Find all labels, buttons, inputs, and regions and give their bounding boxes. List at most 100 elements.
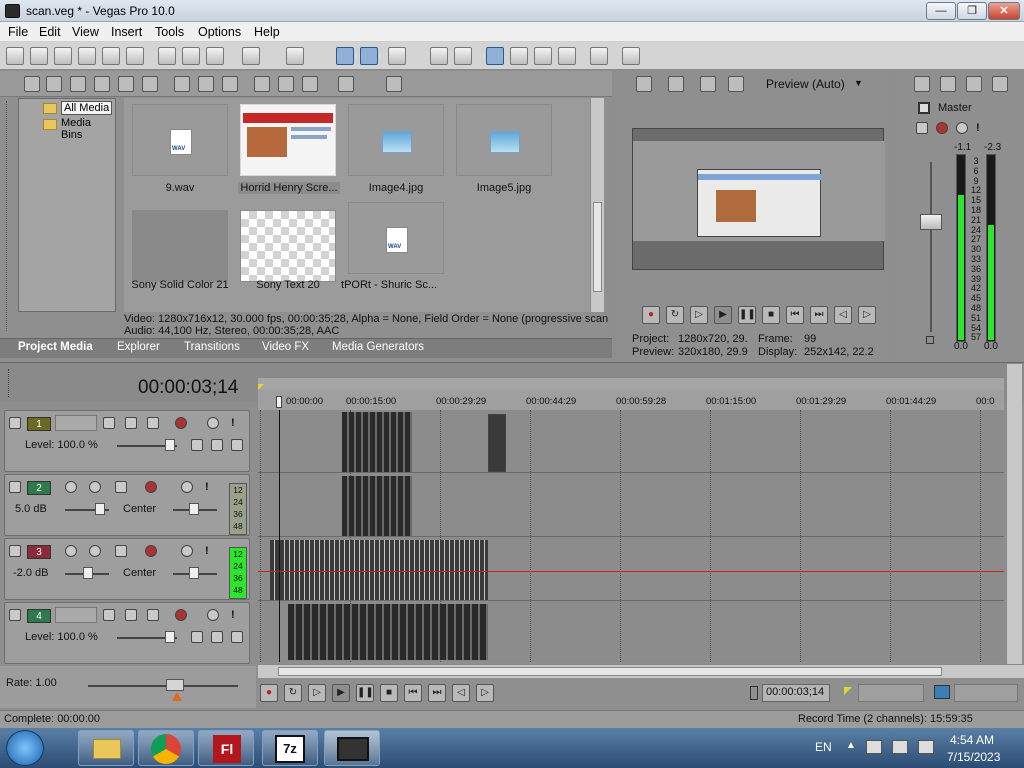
track-fx-icon[interactable] [115, 545, 127, 557]
track-motion-icon[interactable] [103, 609, 115, 621]
collapse-icon[interactable] [9, 609, 21, 621]
open-icon[interactable] [30, 47, 48, 65]
show-hidden-icons-icon[interactable]: ▲ [846, 740, 856, 751]
paste-icon[interactable] [206, 47, 224, 65]
solo-icon[interactable]: ! [231, 609, 243, 621]
gear-icon[interactable] [145, 481, 157, 493]
gear-icon[interactable] [145, 545, 157, 557]
scroll-thumb[interactable] [593, 202, 602, 292]
play-icon[interactable] [254, 76, 270, 92]
scroll-thumb[interactable] [278, 667, 942, 676]
action-center-icon[interactable] [866, 740, 882, 754]
auto-ripple-icon[interactable] [454, 47, 472, 65]
audio-clip[interactable] [342, 476, 412, 536]
restore-button[interactable]: ❐ [957, 2, 987, 20]
search-media-icon[interactable] [142, 76, 158, 92]
envelope-tool-icon[interactable] [360, 47, 378, 65]
brush-icon[interactable] [590, 47, 608, 65]
pan-slider-knob[interactable] [189, 503, 199, 515]
menu-help[interactable]: Help [254, 25, 280, 39]
tab-transitions[interactable]: Transitions [184, 341, 240, 353]
video-clip[interactable] [342, 412, 412, 472]
auto-preview-icon[interactable] [302, 76, 318, 92]
selection-length-field[interactable] [954, 684, 1018, 702]
next-frame-button[interactable]: ▷ [476, 684, 494, 702]
timeline-tracks[interactable] [258, 410, 1004, 665]
media-thumb-image4[interactable] [348, 104, 444, 176]
arm-for-record-icon[interactable] [65, 545, 77, 557]
go-to-start-button[interactable]: ⏮ [786, 306, 804, 324]
move-down-icon[interactable] [231, 439, 243, 451]
auto-crossfade-icon[interactable] [510, 47, 528, 65]
properties-icon[interactable] [126, 47, 144, 65]
capture-icon[interactable] [46, 76, 62, 92]
track-fx-icon[interactable] [125, 417, 137, 429]
collapse-icon[interactable] [9, 545, 21, 557]
track-name-field[interactable] [55, 607, 97, 623]
stop-button[interactable]: ■ [762, 306, 780, 324]
master-fader-track[interactable] [930, 162, 932, 332]
next-frame-button[interactable]: ▷ [858, 306, 876, 324]
track-fx-icon[interactable] [115, 481, 127, 493]
pause-button[interactable]: ❚❚ [356, 684, 374, 702]
chevron-down-icon[interactable]: ▼ [854, 78, 863, 88]
play-button[interactable]: ▶ [714, 306, 732, 324]
volume-slider-knob[interactable] [83, 567, 93, 579]
media-fx-icon[interactable] [222, 76, 238, 92]
play-button[interactable]: ▶ [332, 684, 350, 702]
remove-icon[interactable] [174, 76, 190, 92]
lock-icon[interactable] [926, 336, 934, 344]
preview-quality-dropdown[interactable]: Preview (Auto) [766, 77, 845, 91]
selection-tool-icon[interactable] [388, 47, 406, 65]
solo-icon[interactable]: ! [205, 545, 217, 557]
move-down-icon[interactable] [231, 631, 243, 643]
gear-icon[interactable] [175, 609, 187, 621]
text-event-clip[interactable] [488, 414, 506, 472]
render-icon[interactable] [102, 47, 120, 65]
master-fader-knob[interactable] [920, 214, 942, 230]
video-clip[interactable] [288, 604, 488, 660]
previous-frame-button[interactable]: ◁ [834, 306, 852, 324]
menu-options[interactable]: Options [198, 25, 241, 39]
loop-button[interactable]: ↻ [666, 306, 684, 324]
track-motion-icon[interactable] [103, 417, 115, 429]
solo-icon[interactable]: ! [231, 417, 243, 429]
cut-icon[interactable] [158, 47, 176, 65]
vegas-taskbar-button[interactable] [324, 730, 380, 766]
move-up-icon[interactable] [211, 439, 223, 451]
loop-button[interactable]: ↻ [284, 684, 302, 702]
zoom-tool-icon[interactable] [430, 47, 448, 65]
track-fx-icon[interactable] [125, 609, 137, 621]
menu-view[interactable]: View [72, 25, 99, 39]
tab-media-generators[interactable]: Media Generators [332, 341, 424, 353]
move-up-icon[interactable] [211, 631, 223, 643]
volume-envelope-line[interactable] [258, 571, 1004, 572]
language-indicator[interactable]: EN [815, 740, 832, 754]
media-thumb-sony-text[interactable] [240, 210, 336, 282]
play-from-start-button[interactable]: ▷ [690, 306, 708, 324]
invert-phase-icon[interactable] [89, 545, 101, 557]
master-insert-fx-icon[interactable] [916, 122, 928, 134]
output-icon[interactable] [992, 76, 1008, 92]
tab-project-media[interactable]: Project Media [18, 341, 93, 353]
loop-region-marker[interactable] [258, 384, 264, 390]
solo-icon[interactable]: ! [205, 481, 217, 493]
tab-video-fx[interactable]: Video FX [262, 341, 309, 353]
get-media-icon[interactable] [94, 76, 110, 92]
timeline-vertical-scrollbar[interactable] [1006, 364, 1022, 664]
tree-media-bins[interactable]: Media Bins [61, 117, 115, 141]
chrome-taskbar-button[interactable] [138, 730, 194, 766]
track-header-4[interactable]: 4 ! Level: 100.0 % [4, 602, 250, 664]
mute-icon[interactable] [207, 609, 219, 621]
level-slider-knob[interactable] [165, 631, 175, 643]
menu-edit[interactable]: Edit [39, 25, 61, 39]
explorer-taskbar-button[interactable] [78, 730, 134, 766]
new-icon[interactable] [6, 47, 24, 65]
media-thumb-horrid-henry[interactable] [240, 104, 336, 176]
menu-file[interactable]: File [8, 25, 28, 39]
media-thumb-image5[interactable] [456, 104, 552, 176]
media-scrollbar[interactable] [590, 98, 604, 312]
timeline-grip[interactable] [8, 369, 12, 397]
track-header-3[interactable]: 3 ! -2.0 dB Center 12 24 36 48 [4, 538, 250, 600]
media-thumb-solid-color[interactable] [132, 210, 228, 282]
